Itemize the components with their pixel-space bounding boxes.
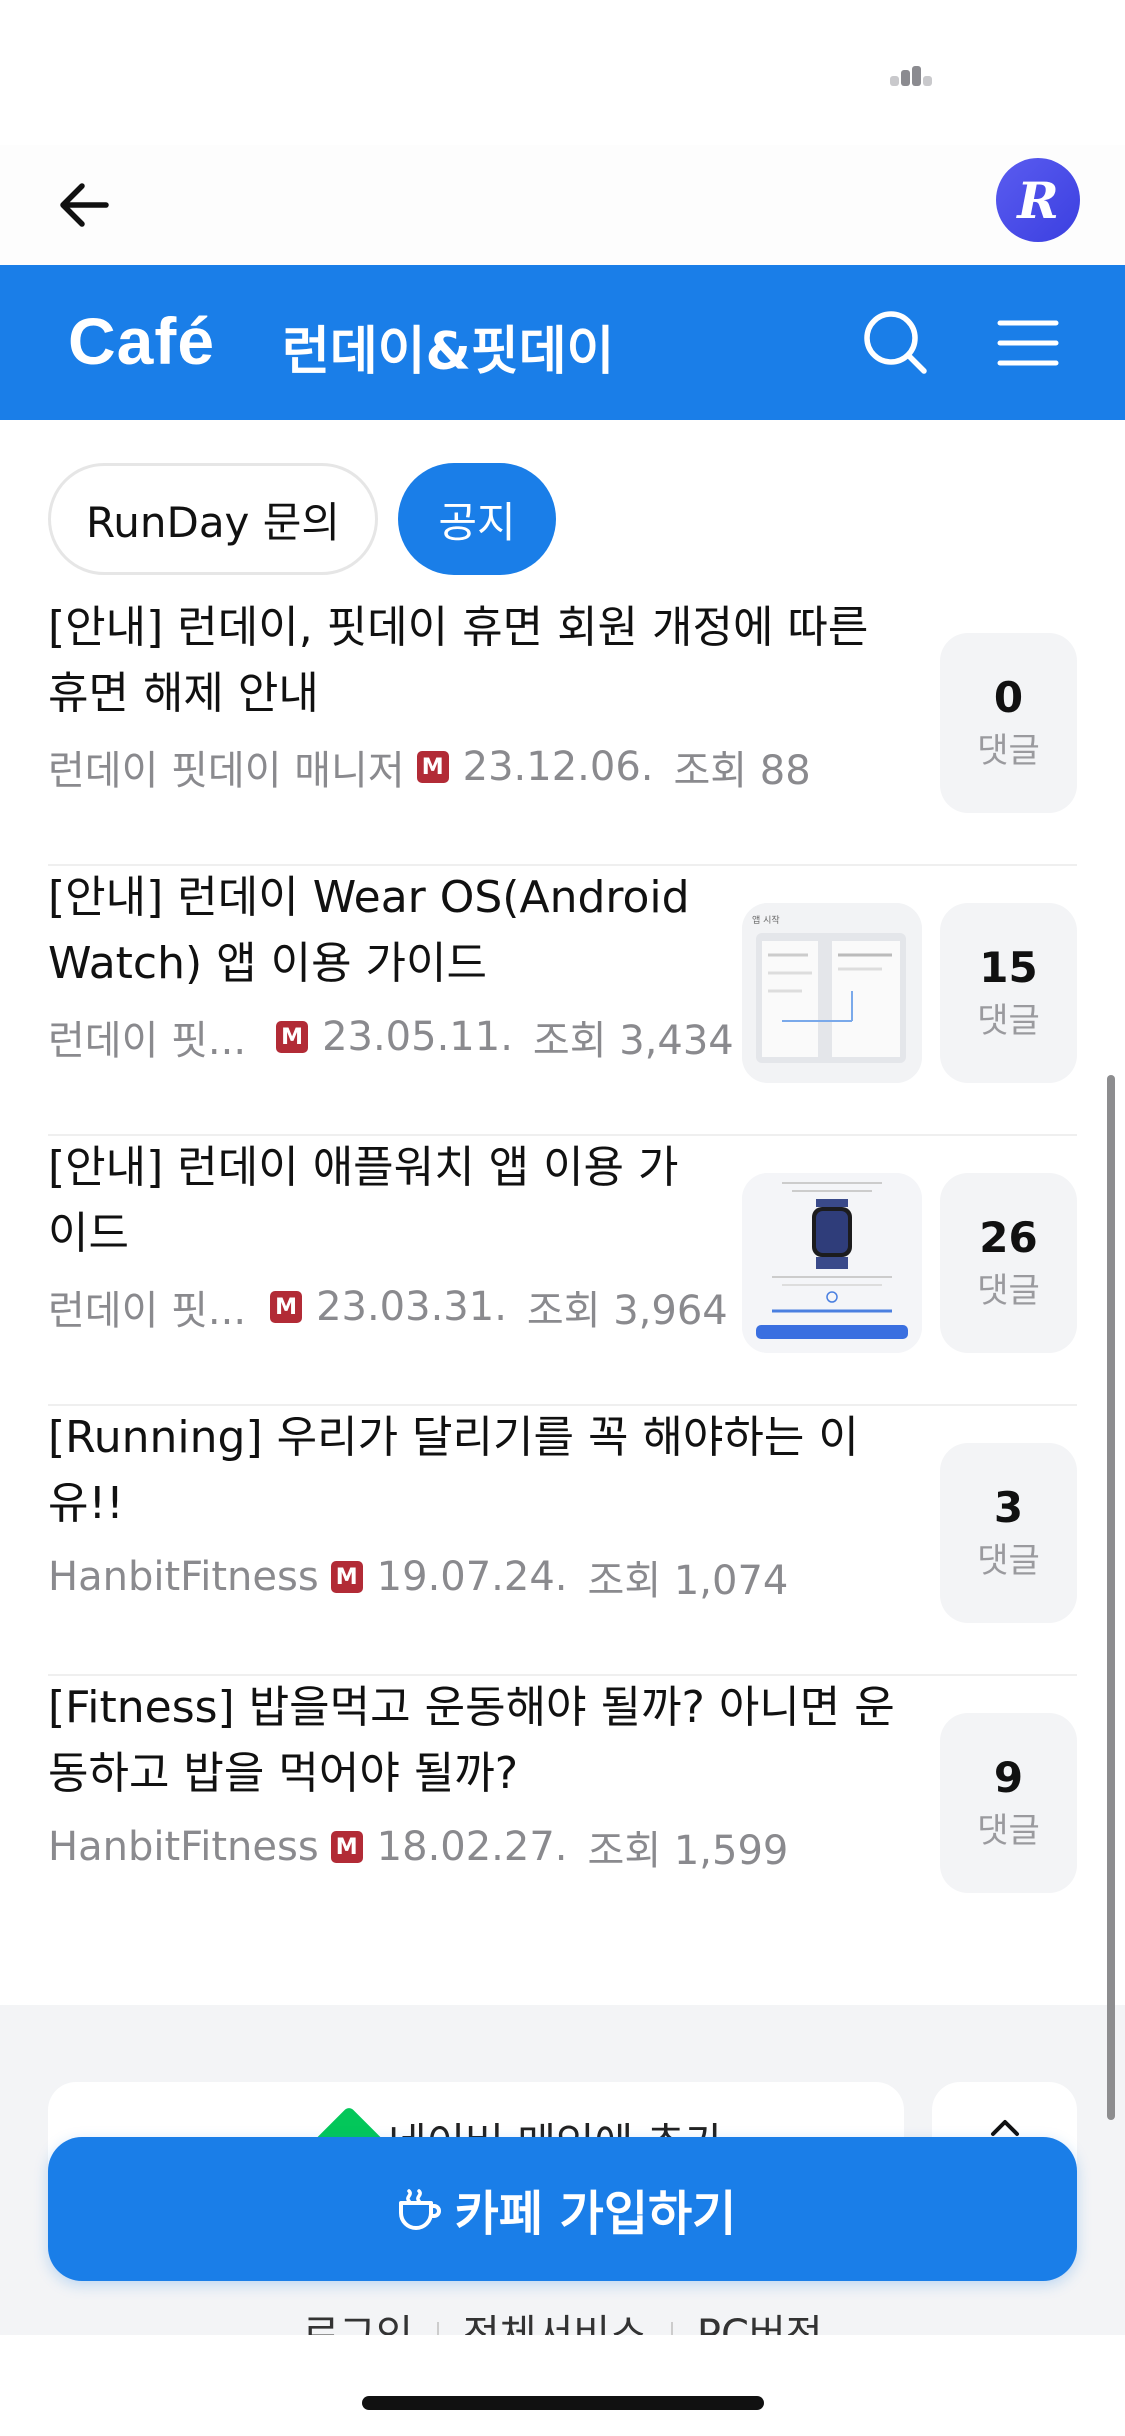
post-date: 23.05.11. xyxy=(322,1014,513,1060)
post-meta: 런데이 핏데이 매니저 M 23.12.06. 조회 88 xyxy=(48,737,811,797)
post-item[interactable]: [Running] 우리가 달리기를 꼭 해야하는 이 유!! HanbitFi… xyxy=(48,1405,1077,1675)
comment-count: 0 xyxy=(993,673,1024,722)
manager-badge-icon: M xyxy=(416,751,449,783)
status-bar xyxy=(0,0,1125,145)
post-item[interactable]: [안내] 런데이 Wear OS(Android Watch) 앱 이용 가이드… xyxy=(48,865,1077,1135)
manager-badge-icon: M xyxy=(270,1291,303,1323)
svg-text:앱 시작: 앱 시작 xyxy=(752,914,780,926)
comment-count: 3 xyxy=(993,1483,1024,1532)
comment-count: 26 xyxy=(979,1213,1038,1262)
post-title: [안내] 런데이 애플워치 앱 이용 가 이드 xyxy=(48,1142,679,1259)
post-date: 23.03.31. xyxy=(316,1284,507,1330)
post-meta: 런데이 핏... M 23.03.31. 조회 3,964 xyxy=(48,1277,728,1337)
post-author: 런데이 핏... xyxy=(48,1018,247,1064)
post-meta: HanbitFitness M 18.02.27. 조회 1,599 xyxy=(48,1817,788,1877)
search-button[interactable] xyxy=(858,305,934,381)
manager-badge-icon: M xyxy=(330,1831,363,1863)
comment-count-box[interactable]: 26 댓글 xyxy=(940,1173,1077,1353)
comment-label: 댓글 xyxy=(977,1811,1040,1851)
footer-link-pc-version[interactable]: PC버전 xyxy=(673,2300,847,2340)
post-title: [안내] 런데이, 핏데이 휴면 회원 개정에 따른 휴면 해제 안내 xyxy=(48,602,869,719)
post-author: HanbitFitness xyxy=(48,1824,319,1870)
comment-count-box[interactable]: 9 댓글 xyxy=(940,1713,1077,1893)
post-date: 18.02.27. xyxy=(376,1824,568,1870)
post-item[interactable]: [안내] 런데이, 핏데이 휴면 회원 개정에 따른 휴면 해제 안내 런데이 … xyxy=(48,595,1077,865)
top-nav: R xyxy=(0,145,1125,265)
footer-links: 로그인 전체서비스 PC버전 xyxy=(0,2300,1125,2340)
chip-runday-inquiry[interactable]: RunDay 문의 xyxy=(48,463,378,575)
hamburger-menu-icon xyxy=(997,320,1059,366)
apple-watch-guide-thumbnail xyxy=(742,1173,922,1353)
post-thumbnail[interactable]: 앱 시작 xyxy=(742,903,922,1083)
signal-icon xyxy=(890,66,934,86)
post-author: 런데이 핏데이 매니저 xyxy=(48,748,405,794)
comment-label: 댓글 xyxy=(977,731,1040,771)
bottom-safe-area xyxy=(0,2335,1125,2436)
cafe-header: Café 런데이&핏데이 xyxy=(0,265,1125,420)
wearos-guide-thumbnail: 앱 시작 xyxy=(742,903,922,1083)
post-views: 조회 1,074 xyxy=(587,1558,789,1604)
search-icon xyxy=(864,311,927,374)
post-item[interactable]: [Fitness] 밥을먹고 운동해야 될까? 아니면 운 동하고 밥을 먹어야… xyxy=(48,1675,1077,1945)
comment-count-box[interactable]: 15 댓글 xyxy=(940,903,1077,1083)
join-cafe-button[interactable]: 카페 가입하기 xyxy=(48,2137,1077,2281)
comment-count: 9 xyxy=(993,1753,1024,1802)
post-item[interactable]: [안내] 런데이 애플워치 앱 이용 가 이드 런데이 핏... M 23.03… xyxy=(48,1135,1077,1405)
post-title: [Running] 우리가 달리기를 꼭 해야하는 이 유!! xyxy=(48,1412,859,1529)
comment-count: 15 xyxy=(979,943,1038,992)
join-cafe-label: 카페 가입하기 xyxy=(454,2186,737,2242)
comment-count-box[interactable]: 3 댓글 xyxy=(940,1443,1077,1623)
chip-label: RunDay 문의 xyxy=(85,497,341,547)
chip-notice[interactable]: 공지 xyxy=(398,463,556,575)
post-views: 조회 3,964 xyxy=(526,1288,728,1334)
post-meta: 런데이 핏... M 23.05.11. 조회 3,434 xyxy=(48,1007,734,1067)
post-views: 조회 3,434 xyxy=(532,1018,734,1064)
post-title: [안내] 런데이 Wear OS(Android Watch) 앱 이용 가이드 xyxy=(48,872,690,989)
post-author: HanbitFitness xyxy=(48,1554,319,1600)
post-date: 19.07.24. xyxy=(376,1554,568,1600)
cafe-logo[interactable]: Café xyxy=(68,303,215,379)
footer-link-login[interactable]: 로그인 xyxy=(278,2300,436,2340)
chip-label: 공지 xyxy=(438,497,516,547)
manager-badge-icon: M xyxy=(276,1021,309,1053)
post-views: 조회 1,599 xyxy=(587,1828,789,1874)
comment-label: 댓글 xyxy=(977,1271,1040,1311)
comment-label: 댓글 xyxy=(977,1001,1040,1041)
post-title: [Fitness] 밥을먹고 운동해야 될까? 아니면 운 동하고 밥을 먹어야… xyxy=(48,1682,895,1799)
post-author: 런데이 핏... xyxy=(48,1288,247,1334)
avatar-letter: R xyxy=(1017,170,1059,230)
cafe-name[interactable]: 런데이&핏데이 xyxy=(282,309,614,384)
comment-label: 댓글 xyxy=(977,1541,1040,1581)
comment-count-box[interactable]: 0 댓글 xyxy=(940,633,1077,813)
back-button[interactable] xyxy=(48,169,120,241)
scrollbar[interactable] xyxy=(1107,1075,1115,2120)
arrow-left-icon xyxy=(60,183,109,227)
post-date: 23.12.06. xyxy=(462,744,654,790)
profile-avatar[interactable]: R xyxy=(996,158,1080,242)
menu-button[interactable] xyxy=(990,305,1066,381)
footer-link-all-services[interactable]: 전체서비스 xyxy=(439,2300,671,2340)
post-views: 조회 88 xyxy=(673,748,811,794)
home-indicator[interactable] xyxy=(362,2396,764,2410)
coffee-cup-icon xyxy=(398,2189,441,2230)
post-thumbnail[interactable] xyxy=(742,1173,922,1353)
post-meta: HanbitFitness M 19.07.24. 조회 1,074 xyxy=(48,1547,788,1607)
manager-badge-icon: M xyxy=(330,1561,363,1593)
